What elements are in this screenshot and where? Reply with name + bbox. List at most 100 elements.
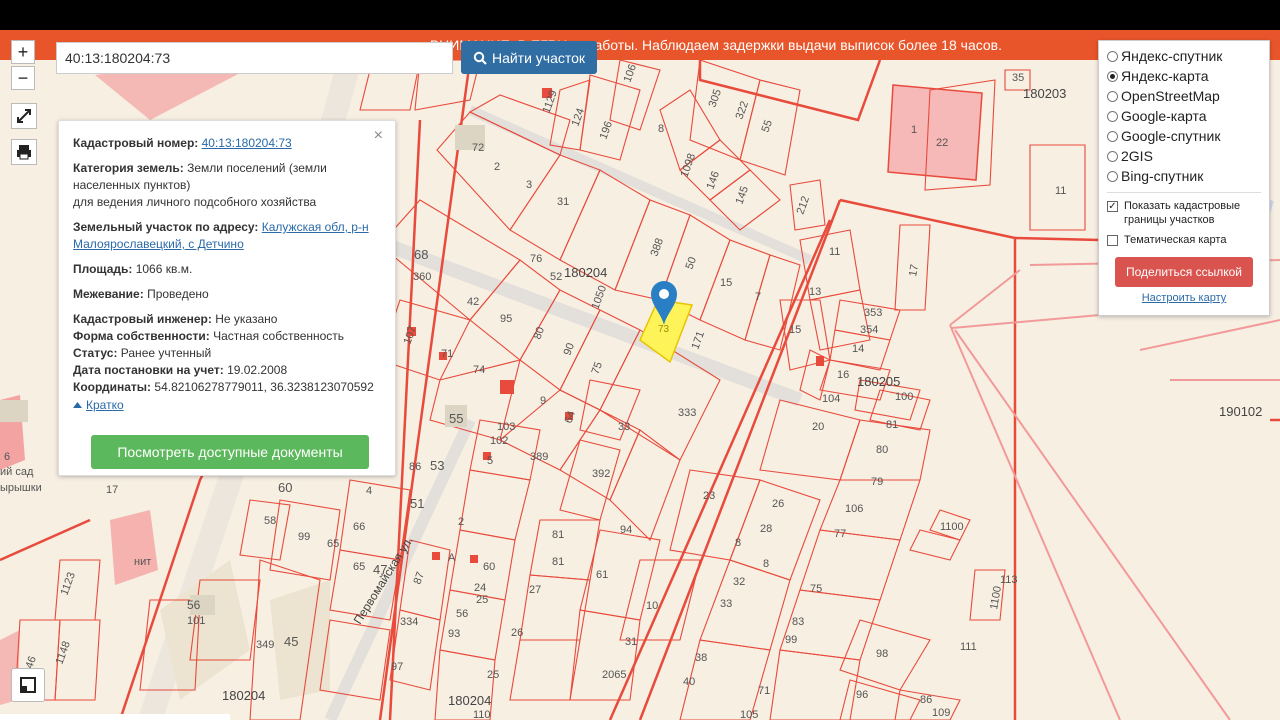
map-settings-link[interactable]: Настроить карту [1107, 292, 1261, 304]
svg-text:7: 7 [755, 291, 761, 303]
cadastral-search-input[interactable] [56, 42, 453, 74]
radio-button[interactable] [1107, 50, 1118, 62]
field-label: Кадастровый инженер: [73, 312, 212, 326]
svg-text:81: 81 [552, 556, 564, 568]
layer-label: 2GIS [1121, 148, 1153, 164]
layer-option-yandex-map[interactable]: Яндекс-карта [1107, 66, 1261, 86]
svg-text:71: 71 [758, 685, 770, 697]
quarter-label: 180203 [1023, 86, 1066, 101]
svg-text:28: 28 [760, 523, 772, 535]
radio-button[interactable] [1107, 170, 1118, 182]
svg-text:52: 52 [550, 271, 562, 283]
layer-option-2gis[interactable]: 2GIS [1107, 146, 1261, 166]
survey-row: Межевание: Проведено [73, 286, 381, 303]
svg-text:105: 105 [740, 709, 758, 720]
svg-text:51: 51 [410, 496, 424, 511]
field-value: 1066 кв.м. [135, 262, 193, 276]
zoom-in-button[interactable]: + [11, 40, 35, 64]
svg-text:6: 6 [4, 451, 10, 463]
svg-text:65: 65 [353, 561, 365, 573]
field-value: для ведения личного подсобного хозяйства [73, 195, 317, 209]
printer-icon [17, 145, 31, 160]
layer-option-yandex-satellite[interactable]: Яндекс-спутник [1107, 46, 1261, 66]
svg-text:334: 334 [400, 616, 418, 628]
radio-button[interactable] [1107, 130, 1118, 142]
svg-text:68: 68 [414, 247, 428, 262]
parcel-info-panel: × Кадастровый номер: 40:13:180204:73 Кат… [58, 120, 396, 476]
svg-text:53: 53 [430, 458, 444, 473]
svg-text:60: 60 [278, 480, 292, 495]
svg-text:349: 349 [256, 639, 274, 651]
svg-text:392: 392 [592, 468, 610, 480]
view-documents-button[interactable]: Посмотреть доступные документы [91, 435, 369, 469]
svg-text:86: 86 [409, 461, 421, 473]
svg-text:2065: 2065 [602, 669, 626, 681]
brief-label: Кратко [86, 397, 124, 412]
checkbox-checked[interactable]: ✓ [1107, 201, 1118, 212]
browser-top-bar [0, 0, 1280, 30]
find-parcel-button[interactable]: Найти участок [461, 41, 597, 74]
layer-option-google-satellite[interactable]: Google-спутник [1107, 126, 1261, 146]
svg-text:66: 66 [353, 521, 365, 533]
svg-text:нит: нит [134, 556, 151, 568]
cadastral-number-row: Кадастровый номер: 40:13:180204:73 [73, 135, 381, 152]
close-icon[interactable]: × [374, 127, 383, 144]
share-link-button[interactable]: Поделиться ссылкой [1115, 257, 1253, 287]
layers-toggle-button[interactable] [11, 668, 45, 702]
radio-button[interactable] [1107, 150, 1118, 162]
layer-label: OpenStreetMap [1121, 88, 1220, 104]
field-label: Земельный участок по адресу: [73, 220, 259, 234]
svg-text:42: 42 [467, 296, 479, 308]
layer-label: Яндекс-карта [1121, 68, 1209, 84]
expand-icon [17, 109, 31, 123]
checkbox-label: Показать кадастровые границы участков [1124, 200, 1241, 226]
svg-text:15: 15 [789, 324, 801, 336]
svg-text:103: 103 [497, 421, 515, 433]
cadastral-number-link[interactable]: 40:13:180204:73 [202, 136, 292, 150]
svg-text:61: 61 [596, 569, 608, 581]
svg-text:8: 8 [735, 537, 741, 549]
layer-option-openstreetmap[interactable]: OpenStreetMap [1107, 86, 1261, 106]
svg-text:1: 1 [911, 124, 917, 136]
svg-text:56: 56 [456, 608, 468, 620]
thematic-map-toggle[interactable]: Тематическая карта [1107, 233, 1261, 247]
svg-text:2: 2 [458, 516, 464, 528]
checkbox-unchecked[interactable] [1107, 235, 1118, 246]
svg-text:40: 40 [683, 676, 695, 688]
svg-text:110: 110 [473, 709, 491, 720]
svg-text:58: 58 [264, 515, 276, 527]
field-label: Кадастровый номер: [73, 136, 199, 150]
field-label: Категория земель: [73, 161, 184, 175]
brief-toggle-link[interactable]: Кратко [73, 397, 124, 414]
svg-text:86: 86 [920, 694, 932, 706]
quarter-label: 190102 [1219, 404, 1262, 419]
svg-text:97: 97 [391, 661, 403, 673]
layer-option-bing-satellite[interactable]: Bing-спутник [1107, 166, 1261, 186]
layer-option-google-map[interactable]: Google-карта [1107, 106, 1261, 126]
svg-text:16: 16 [837, 369, 849, 381]
svg-text:55: 55 [449, 411, 463, 426]
fullscreen-button[interactable] [11, 103, 37, 129]
svg-text:353: 353 [864, 307, 882, 319]
selected-parcel-number: 73 [658, 324, 670, 335]
svg-text:109: 109 [932, 707, 950, 719]
radio-button[interactable] [1107, 90, 1118, 102]
svg-text:17: 17 [106, 484, 118, 496]
print-button[interactable] [11, 139, 37, 165]
zoom-out-button[interactable]: − [11, 66, 35, 90]
svg-text:11: 11 [1055, 185, 1066, 197]
radio-button[interactable] [1107, 70, 1118, 82]
svg-text:26: 26 [511, 627, 523, 639]
show-borders-toggle[interactable]: ✓ Показать кадастровые границы участков [1107, 199, 1261, 227]
svg-text:17: 17 [907, 263, 921, 277]
svg-text:ий сад: ий сад [0, 466, 34, 478]
caret-up-icon [73, 402, 82, 408]
svg-text:А: А [448, 552, 456, 564]
svg-text:56: 56 [187, 598, 201, 612]
svg-text:38: 38 [695, 652, 707, 664]
svg-text:74: 74 [473, 364, 485, 376]
svg-text:22: 22 [936, 137, 948, 149]
radio-button[interactable] [1107, 110, 1118, 122]
svg-text:94: 94 [620, 524, 632, 536]
svg-text:27: 27 [529, 584, 541, 596]
